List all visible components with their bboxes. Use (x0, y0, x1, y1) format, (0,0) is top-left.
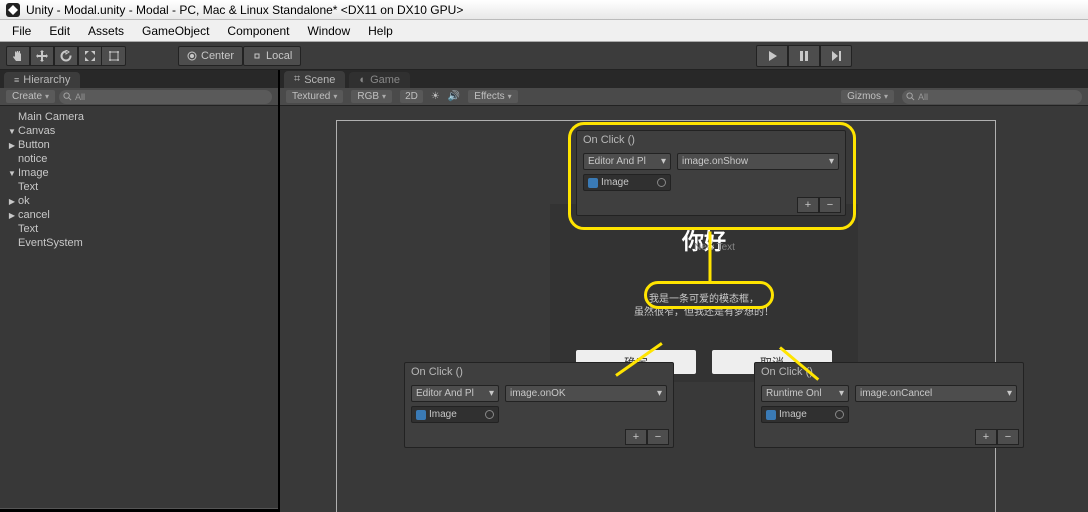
image-icon (588, 178, 598, 188)
hand-tool-button[interactable] (6, 46, 30, 66)
gizmos-dropdown[interactable]: Gizmos (841, 90, 894, 103)
scene-tab[interactable]: ⌗Scene (284, 71, 345, 88)
onclick-header: On Click () (755, 363, 1023, 381)
move-tool-button[interactable] (30, 46, 54, 66)
effects-dropdown[interactable]: Effects (468, 90, 517, 103)
menu-window[interactable]: Window (299, 22, 358, 40)
hierarchy-item[interactable]: EventSystem (8, 236, 278, 250)
add-listener-button[interactable]: + (797, 197, 819, 213)
onclick-object-field[interactable]: Image (411, 406, 499, 423)
hierarchy-item[interactable]: ▶cancel (8, 208, 278, 222)
hierarchy-item[interactable]: ▼Canvas (8, 124, 278, 138)
menu-bar: File Edit Assets GameObject Component Wi… (0, 20, 1088, 42)
play-controls (756, 45, 852, 67)
menu-component[interactable]: Component (219, 22, 297, 40)
image-icon (416, 410, 426, 420)
remove-listener-button[interactable]: − (819, 197, 841, 213)
remove-listener-button[interactable]: − (647, 429, 669, 445)
rotate-tool-button[interactable] (54, 46, 78, 66)
object-picker-icon[interactable] (485, 410, 494, 419)
hierarchy-item[interactable]: Text (8, 222, 278, 236)
onclick-header: On Click () (577, 131, 845, 149)
hierarchy-panel: ≡Hierarchy Create All Main Camera ▼Canva… (0, 70, 280, 512)
hierarchy-item[interactable]: ▶Button (8, 138, 278, 152)
onclick-mode-dropdown[interactable]: Editor And Pl▾ (411, 385, 499, 402)
pivot-local-button[interactable]: Local (243, 46, 301, 66)
onclick-function-dropdown[interactable]: image.onCancel▾ (855, 385, 1017, 402)
onclick-mode-dropdown[interactable]: Editor And Pl▾ (583, 153, 671, 170)
modal-title: 你好New Text (682, 224, 726, 256)
pivot-center-button[interactable]: Center (178, 46, 243, 66)
scene-view: ⌗Scene ◐Game Textured RGB 2D ☀ 🔊 Effects… (280, 70, 1088, 512)
menu-help[interactable]: Help (360, 22, 401, 40)
menu-file[interactable]: File (4, 22, 39, 40)
light-icon[interactable]: ☀ (431, 91, 440, 102)
hierarchy-item[interactable]: Text (8, 180, 278, 194)
main-toolbar: Center Local (0, 42, 1088, 70)
panel-resize-handle[interactable] (0, 508, 278, 512)
pause-button[interactable] (788, 45, 820, 67)
scene-icon: ⌗ (294, 73, 300, 86)
step-button[interactable] (820, 45, 852, 67)
menu-edit[interactable]: Edit (41, 22, 78, 40)
scale-tool-button[interactable] (78, 46, 102, 66)
onclick-object-field[interactable]: Image (761, 406, 849, 423)
remove-listener-button[interactable]: − (997, 429, 1019, 445)
object-picker-icon[interactable] (657, 178, 666, 187)
rect-tool-button[interactable] (102, 46, 126, 66)
hierarchy-create-dropdown[interactable]: Create (6, 90, 55, 103)
hierarchy-item[interactable]: notice (8, 152, 278, 166)
onclick-object-field[interactable]: Image (583, 174, 671, 191)
add-listener-button[interactable]: + (975, 429, 997, 445)
scene-canvas[interactable]: 你好New Text 我是一条可爱的模态框，虽然很窄，但我还是有梦想的！ 确定 … (280, 106, 1088, 512)
hierarchy-tree: Main Camera ▼Canvas ▶Button notice ▼Imag… (0, 106, 278, 254)
hierarchy-item[interactable]: Main Camera (8, 110, 278, 124)
image-icon (766, 410, 776, 420)
onclick-function-dropdown[interactable]: image.onShow▾ (677, 153, 839, 170)
hierarchy-item[interactable]: ▶ok (8, 194, 278, 208)
modal-body: 我是一条可爱的模态框，虽然很窄，但我还是有梦想的！ (634, 293, 774, 319)
transform-tools (6, 46, 126, 66)
add-listener-button[interactable]: + (625, 429, 647, 445)
scene-search[interactable]: All (902, 90, 1082, 104)
menu-assets[interactable]: Assets (80, 22, 132, 40)
onclick-mode-dropdown[interactable]: Runtime Onl▾ (761, 385, 849, 402)
hierarchy-item[interactable]: ▼Image (8, 166, 278, 180)
color-dropdown[interactable]: RGB (351, 90, 392, 103)
onclick-function-dropdown[interactable]: image.onOK▾ (505, 385, 667, 402)
pivot-toggle: Center Local (178, 46, 301, 66)
hierarchy-search[interactable]: All (59, 90, 272, 104)
shading-dropdown[interactable]: Textured (286, 90, 343, 103)
object-picker-icon[interactable] (835, 410, 844, 419)
onclick-header: On Click () (405, 363, 673, 381)
menu-gameobject[interactable]: GameObject (134, 22, 217, 40)
onclick-panel-ok: On Click () Editor And Pl▾ image.onOK▾ I… (404, 362, 674, 448)
play-button[interactable] (756, 45, 788, 67)
window-title: Unity - Modal.unity - Modal - PC, Mac & … (26, 3, 463, 17)
game-icon: ◐ (359, 74, 366, 86)
onclick-panel-cancel: On Click () Runtime Onl▾ image.onCancel▾… (754, 362, 1024, 448)
audio-icon[interactable]: 🔊 (448, 91, 460, 102)
unity-logo-icon (6, 3, 20, 17)
onclick-panel-show: On Click () Editor And Pl▾ image.onShow▾… (576, 130, 846, 216)
game-tab[interactable]: ◐Game (349, 72, 410, 88)
modal-preview: 你好New Text 我是一条可爱的模态框，虽然很窄，但我还是有梦想的！ 确定 … (550, 204, 858, 382)
mode-2d-toggle[interactable]: 2D (400, 90, 423, 103)
hierarchy-tab[interactable]: ≡Hierarchy (4, 72, 80, 88)
window-titlebar: Unity - Modal.unity - Modal - PC, Mac & … (0, 0, 1088, 20)
